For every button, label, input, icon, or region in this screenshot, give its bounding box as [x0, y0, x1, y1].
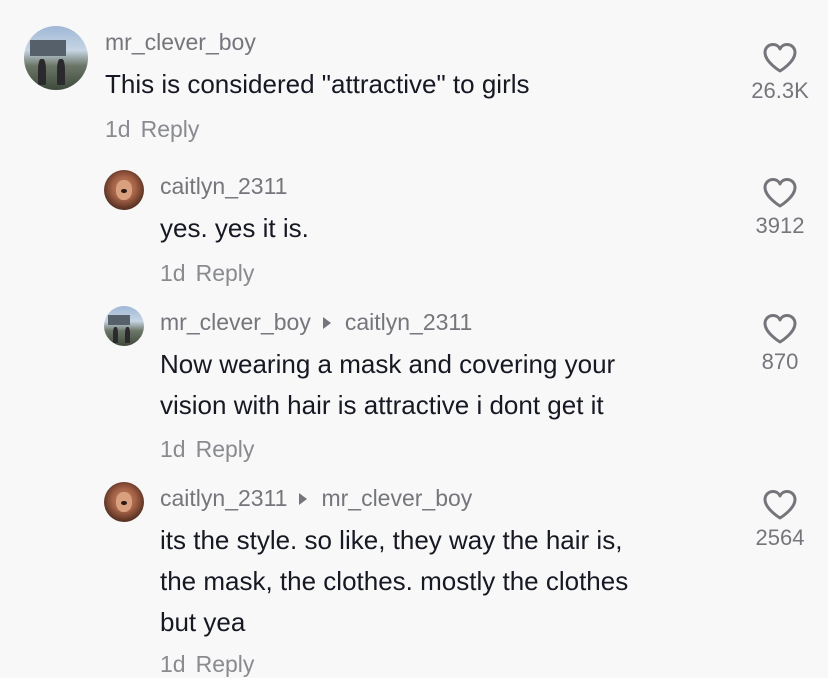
comment-username[interactable]: caitlyn_2311 mr_clever_boy	[160, 485, 472, 512]
comment-meta: 1d Reply	[105, 116, 199, 143]
comment-meta: 1d Reply	[160, 436, 254, 463]
comment-time: 1d	[160, 260, 186, 286]
comment-text: its the style. so like, they way the hai…	[160, 525, 629, 637]
comment-time: 1d	[160, 436, 186, 462]
heart-icon	[763, 43, 797, 73]
reply-arrow-icon	[299, 492, 308, 505]
comment-time: 1d	[160, 651, 186, 677]
like-count: 26.3K	[751, 78, 809, 103]
like-count: 870	[761, 349, 799, 374]
heart-icon	[763, 178, 797, 208]
comment-text: This is considered "attractive" to girls	[105, 69, 530, 99]
comment-meta: 1d Reply	[160, 651, 254, 678]
reply-button[interactable]: Reply	[141, 116, 200, 142]
comment-username[interactable]: caitlyn_2311	[160, 173, 287, 200]
heart-icon	[763, 490, 797, 520]
reply-to-username[interactable]: mr_clever_boy	[321, 485, 472, 512]
avatar[interactable]	[24, 26, 88, 90]
comment-meta: 1d Reply	[160, 260, 254, 287]
like-button[interactable]: 26.3K	[735, 42, 825, 104]
comment-username[interactable]: mr_clever_boy caitlyn_2311	[160, 309, 472, 336]
reply-button[interactable]: Reply	[196, 436, 255, 462]
comment-time: 1d	[105, 116, 131, 142]
reply-to-username[interactable]: caitlyn_2311	[345, 309, 472, 336]
avatar[interactable]	[104, 306, 144, 346]
reply-arrow-icon	[322, 316, 331, 329]
like-count: 3912	[755, 213, 805, 238]
comment-username[interactable]: mr_clever_boy	[105, 29, 256, 56]
avatar[interactable]	[104, 482, 144, 522]
comment-text: yes. yes it is.	[160, 213, 309, 243]
like-button[interactable]: 870	[735, 313, 825, 375]
avatar[interactable]	[104, 170, 144, 210]
reply-button[interactable]: Reply	[196, 260, 255, 286]
like-button[interactable]: 2564	[735, 489, 825, 551]
heart-icon	[763, 314, 797, 344]
reply-button[interactable]: Reply	[196, 651, 255, 677]
comment-text: Now wearing a mask and covering your vis…	[160, 349, 616, 420]
like-count: 2564	[755, 525, 805, 550]
like-button[interactable]: 3912	[735, 177, 825, 239]
